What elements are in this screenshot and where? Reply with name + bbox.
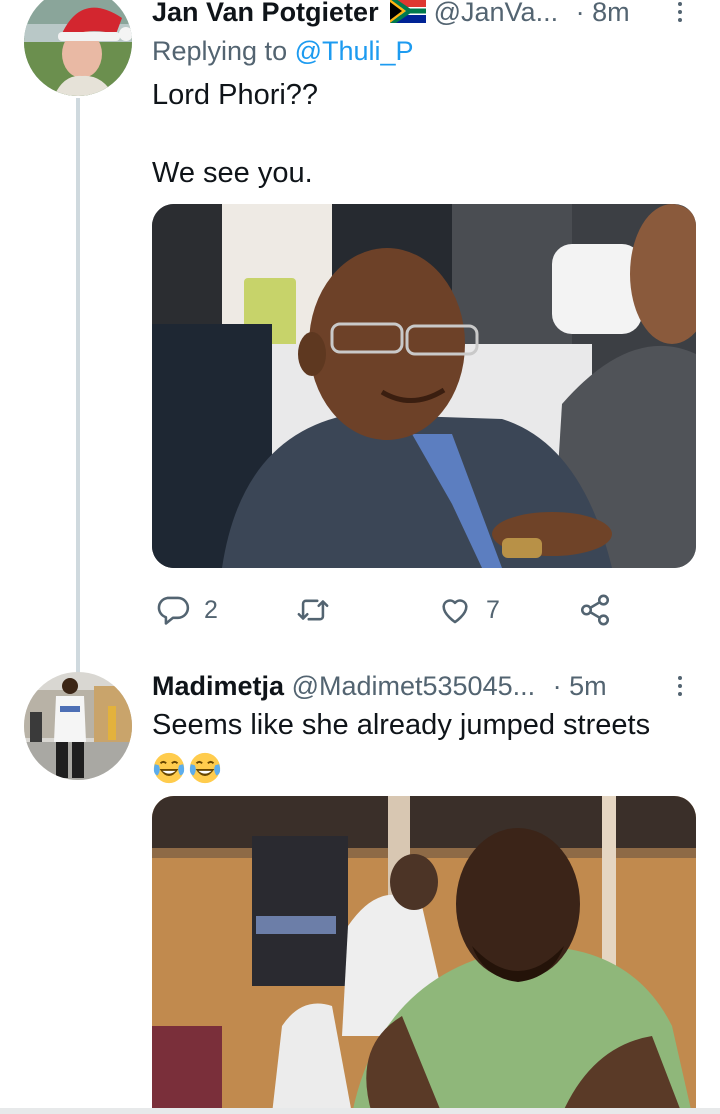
share-icon — [580, 594, 610, 626]
tweet-text: Lord Phori?? We see you. — [152, 76, 318, 192]
separator-dot: · — [575, 0, 585, 27]
reply-count: 2 — [204, 595, 218, 624]
bottom-divider — [0, 1108, 720, 1114]
reply-button[interactable]: 2 — [156, 588, 218, 632]
more-vertical-icon[interactable] — [672, 668, 688, 704]
retweet-button[interactable] — [296, 588, 344, 632]
tweet-header: Madimetja @Madimet535045... · 5m — [152, 668, 607, 704]
tweet-text-line: We see you. — [152, 157, 313, 189]
author-handle[interactable]: @JanVa... — [434, 0, 558, 27]
face-with-tears-of-joy-icon — [189, 753, 221, 784]
tweet-photo[interactable] — [152, 204, 696, 568]
tweet-text-line: Lord Phori?? — [152, 79, 319, 111]
face-with-tears-of-joy-icon — [153, 753, 185, 784]
replying-to-line: Replying to @Thuli_P — [152, 34, 414, 68]
tweet-madimetja[interactable]: Madimetja @Madimet535045... · 5m Seems l… — [0, 660, 720, 1114]
replying-to-label: Replying to — [152, 36, 288, 66]
tweet-actions: 2 7 — [152, 588, 672, 632]
separator-dot: · — [552, 671, 562, 701]
avatar[interactable] — [24, 672, 132, 780]
tweet-text-line: Seems like she already jumped streets — [152, 709, 651, 741]
tweet-photo[interactable] — [152, 796, 696, 1114]
heart-icon — [442, 599, 468, 624]
author-name[interactable]: Jan Van Potgieter — [152, 0, 379, 27]
retweet-icon — [297, 599, 329, 621]
reply-to-link[interactable]: @Thuli_P — [295, 36, 414, 66]
share-button[interactable] — [578, 588, 612, 632]
timestamp[interactable]: 8m — [592, 0, 630, 27]
author-name[interactable]: Madimetja — [152, 671, 284, 701]
more-vertical-icon[interactable] — [672, 0, 688, 30]
like-button[interactable]: 7 — [438, 588, 500, 632]
author-handle[interactable]: @Madimet535045... — [292, 671, 536, 701]
tweet-header: Jan Van Potgieter @JanVa... · 8m — [152, 0, 630, 30]
reply-icon — [157, 596, 190, 625]
timestamp[interactable]: 5m — [569, 671, 607, 701]
tweet-text: Seems like she already jumped streets — [152, 706, 650, 786]
avatar[interactable] — [24, 0, 132, 96]
emoji-line — [152, 748, 650, 786]
south-africa-flag-icon — [390, 0, 427, 32]
like-count: 7 — [486, 595, 500, 624]
tweet-jan-van-potgieter[interactable]: Jan Van Potgieter @JanVa... · 8m Replyin… — [0, 0, 720, 660]
